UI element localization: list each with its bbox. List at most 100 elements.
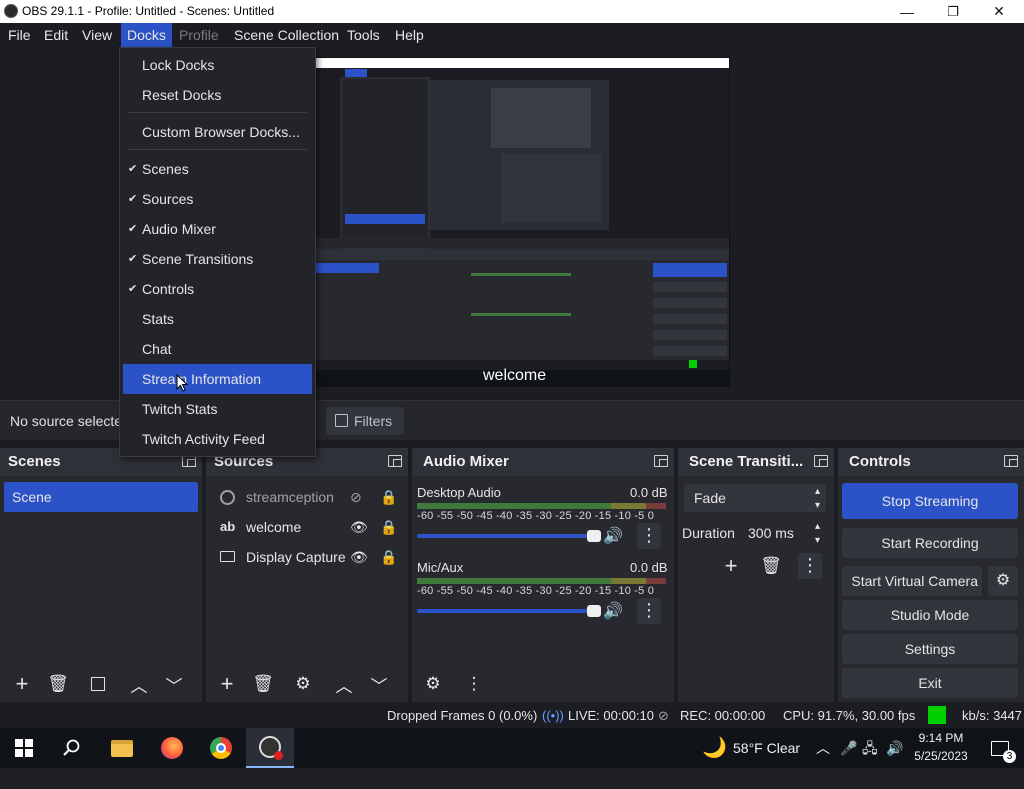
menu-tools[interactable]: Tools (341, 23, 386, 47)
menu-item-scene-transitions[interactable]: ✔ Scene Transitions (123, 244, 312, 274)
undock-icon[interactable] (1004, 455, 1018, 467)
desktop-audio-menu-button[interactable]: ⋮ (637, 523, 661, 549)
checkmark-icon: ✔ (128, 223, 138, 235)
source-item[interactable]: streamception ⊘ 🔒 (210, 482, 404, 512)
clock-date[interactable]: 5/25/2023 (913, 749, 969, 789)
network-icon[interactable]: 🖧 (862, 728, 878, 768)
obs-taskbar-button[interactable] (246, 728, 294, 768)
visibility-hidden-icon[interactable]: ⊘ (350, 482, 362, 512)
menu-item-stats[interactable]: Stats (123, 304, 312, 334)
undock-icon[interactable] (814, 455, 828, 467)
desktop-audio-volume-slider[interactable] (417, 530, 601, 542)
menu-docks[interactable]: Docks (121, 23, 172, 47)
menu-item-audio-mixer[interactable]: ✔ Audio Mixer (123, 214, 312, 244)
scenes-toolbar: + 🗑 ︿ ﹀ (0, 666, 202, 702)
start-recording-button[interactable]: Start Recording (842, 528, 1018, 558)
virtual-camera-settings-button[interactable]: ⚙ (988, 566, 1018, 596)
updown-icon[interactable]: ▴ ▾ (815, 519, 820, 548)
add-scene-button[interactable]: + (7, 671, 37, 697)
add-transition-button[interactable]: + (716, 553, 746, 579)
filters-button[interactable]: Filters (326, 407, 404, 435)
menu-view[interactable]: View (76, 23, 118, 47)
menu-profile[interactable]: Profile (173, 23, 225, 47)
maximize-button[interactable]: ❐ (930, 0, 976, 23)
move-source-down-button[interactable]: ﹀ (364, 671, 394, 697)
scene-filters-button[interactable] (83, 671, 113, 697)
source-properties-button[interactable]: ⚙ (288, 671, 318, 697)
mouse-cursor-icon (176, 374, 188, 392)
visibility-icon[interactable]: 👁 (350, 542, 368, 572)
studio-mode-button[interactable]: Studio Mode (842, 600, 1018, 630)
chrome-button[interactable] (197, 728, 245, 768)
search-icon (63, 739, 80, 756)
menu-item-controls[interactable]: ✔ Controls (123, 274, 312, 304)
obs-logo-icon (4, 4, 18, 18)
move-source-up-button[interactable]: ︿ (329, 671, 359, 697)
menu-item-chat[interactable]: Chat (123, 334, 312, 364)
start-virtual-camera-label: Start Virtual Camera (851, 573, 978, 589)
windows-logo-icon (15, 739, 33, 757)
remove-scene-button[interactable]: 🗑 (43, 671, 73, 697)
exit-button[interactable]: Exit (842, 668, 1018, 698)
add-source-button[interactable]: + (212, 671, 242, 697)
file-explorer-button[interactable] (98, 728, 146, 768)
menu-item-scenes[interactable]: ✔ Scenes (123, 154, 312, 184)
menu-item-reset-docks[interactable]: Reset Docks (123, 80, 312, 110)
remove-source-button[interactable]: 🗑 (248, 671, 278, 697)
chevron-up-icon[interactable]: ︿ (816, 728, 830, 768)
close-button[interactable]: ✕ (976, 0, 1022, 23)
mic-aux-volume-slider[interactable] (417, 605, 601, 617)
remove-transition-button[interactable]: 🗑 (756, 553, 786, 579)
plus-icon: + (15, 671, 29, 696)
source-item[interactable]: Display Capture 👁 🔒 (210, 542, 404, 572)
visibility-icon[interactable]: 👁 (350, 512, 368, 542)
controls-header: Controls (838, 448, 1024, 476)
menu-item-sources[interactable]: ✔ Sources (123, 184, 312, 214)
settings-button[interactable]: Settings (842, 634, 1018, 664)
weather-text[interactable]: 58°F Clear (733, 728, 800, 768)
transition-select[interactable]: Fade ▴ ▾ (684, 484, 826, 512)
audio-menu-button[interactable]: ⋮ (459, 671, 489, 697)
notification-icon: 3 (991, 740, 1016, 763)
speaker-icon[interactable]: 🔊 (603, 526, 623, 546)
duration-spinbox[interactable]: 300 ms ▴ ▾ (740, 519, 826, 547)
start-virtual-camera-button[interactable]: Start Virtual Camera (842, 566, 982, 596)
move-scene-up-button[interactable]: ︿ (124, 671, 154, 697)
lock-icon[interactable]: 🔒 (380, 542, 397, 572)
audio-mixer-toolbar: ⚙ ⋮ (412, 666, 674, 702)
menu-item-stream-information[interactable]: Stream Information (123, 364, 312, 394)
transition-menu-button[interactable]: ⋮ (798, 553, 822, 579)
menu-item-label: Scenes (142, 161, 189, 177)
menu-help[interactable]: Help (389, 23, 430, 47)
slider-handle[interactable] (587, 605, 601, 617)
microphone-icon[interactable]: 🎤 (840, 728, 857, 768)
undock-icon[interactable] (388, 455, 402, 467)
lock-icon[interactable]: 🔒 (380, 512, 397, 542)
speaker-icon[interactable]: 🔊 (603, 601, 623, 621)
menu-edit[interactable]: Edit (38, 23, 74, 47)
mic-aux-menu-button[interactable]: ⋮ (637, 598, 661, 624)
source-item[interactable]: ab welcome 👁 🔒 (210, 512, 404, 542)
minimize-button[interactable]: — (884, 0, 930, 23)
start-button[interactable] (0, 728, 48, 768)
firefox-button[interactable] (148, 728, 196, 768)
audio-settings-button[interactable]: ⚙ (418, 671, 448, 697)
move-scene-down-button[interactable]: ﹀ (159, 671, 189, 697)
volume-icon[interactable]: 🔊 (886, 728, 903, 768)
menu-file[interactable]: File (2, 23, 37, 47)
menu-item-twitch-stats[interactable]: Twitch Stats (123, 394, 312, 424)
stop-streaming-button[interactable]: Stop Streaming (842, 483, 1018, 519)
menu-scene-collection[interactable]: Scene Collection (228, 23, 345, 47)
menu-item-lock-docks[interactable]: Lock Docks (123, 50, 312, 80)
preview-canvas[interactable]: welcome (310, 57, 730, 387)
slider-handle[interactable] (587, 530, 601, 542)
menu-item-twitch-activity-feed[interactable]: Twitch Activity Feed (123, 424, 312, 454)
trash-icon: 🗑 (47, 674, 69, 693)
search-button[interactable] (48, 728, 96, 768)
menu-item-custom-browser-docks[interactable]: Custom Browser Docks... (123, 117, 312, 147)
scene-item[interactable]: Scene (4, 482, 198, 512)
undock-icon[interactable] (654, 455, 668, 467)
notifications-button[interactable]: 3 (976, 728, 1024, 768)
source-label: Display Capture (246, 549, 346, 565)
lock-icon[interactable]: 🔒 (380, 482, 397, 512)
